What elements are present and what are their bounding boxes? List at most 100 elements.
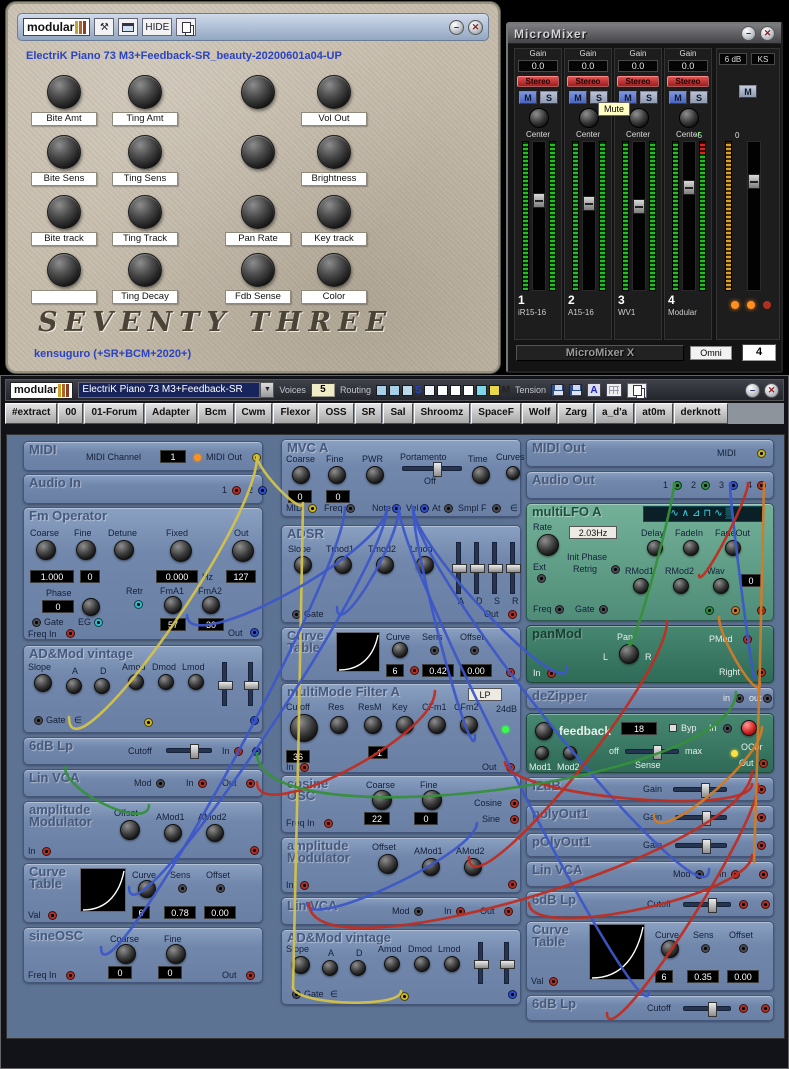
value-0-00[interactable]: 0.00 [727,970,759,983]
value-6[interactable]: 6 [386,664,404,677]
value-0-00[interactable]: 0.00 [460,664,492,677]
value-0-35[interactable]: 0.35 [687,970,719,983]
h-slider[interactable] [673,787,727,792]
knob[interactable] [535,722,553,740]
jack-r[interactable] [506,763,515,772]
knob[interactable] [422,858,440,876]
piano-knob-r1c2[interactable] [241,135,275,169]
value-22[interactable]: 22 [364,812,390,825]
knob[interactable] [464,858,482,876]
close-button[interactable]: ✕ [468,20,483,35]
piano-knob-color[interactable] [317,253,351,287]
knob[interactable] [36,540,56,560]
jack-r[interactable] [234,747,243,756]
knob[interactable] [292,466,310,484]
solo-button[interactable]: S [540,91,558,104]
knob[interactable] [372,790,392,810]
jack-k[interactable] [701,944,710,953]
jack-k[interactable] [695,870,704,879]
knob[interactable] [741,720,757,736]
knob[interactable] [170,540,192,562]
routing-cell[interactable] [424,385,435,396]
tab-adapter[interactable]: Adapter [145,403,197,424]
checkbox[interactable] [669,724,677,732]
knob[interactable] [138,880,156,898]
jack-r[interactable] [300,763,309,772]
jack-k[interactable] [156,779,165,788]
tab-wolf[interactable]: Wolf [522,403,557,424]
tab-oss[interactable]: OSS [318,403,353,424]
jack-r[interactable] [250,846,259,855]
jack-r[interactable] [761,1004,770,1013]
waveform-selector[interactable]: ∿∧⊿⊓∿▒ [643,506,763,522]
pan-knob[interactable] [529,108,549,128]
jack-r[interactable] [508,610,517,619]
jack-r[interactable] [246,779,255,788]
piano-knob-fdb-sense[interactable] [241,253,275,287]
value-30[interactable]: 30 [198,618,224,631]
mute-button[interactable]: M [519,91,537,104]
jack-r[interactable] [510,799,519,808]
jack-r[interactable] [757,606,766,615]
value-1[interactable]: 1 [160,450,186,463]
routing-cell[interactable] [376,385,387,396]
knob[interactable] [673,578,689,594]
knob[interactable] [330,716,348,734]
jack-r[interactable] [246,971,255,980]
knob[interactable] [164,824,182,842]
routing-cell[interactable] [402,385,413,396]
knob[interactable] [202,596,220,614]
value-0[interactable]: 0 [288,490,312,503]
knob[interactable] [294,556,312,574]
jack-k[interactable] [32,618,41,627]
h-slider[interactable] [625,749,679,754]
gain-value[interactable]: 0.0 [518,60,558,72]
jack-r[interactable] [456,907,465,916]
fader-thumb[interactable] [583,196,595,211]
knob[interactable] [713,578,729,594]
jack-r[interactable] [410,666,419,675]
knob[interactable] [563,746,577,760]
voices-value[interactable]: 5 [311,383,335,397]
knob[interactable] [444,956,460,972]
jack-b[interactable] [420,504,429,513]
jack-c[interactable] [94,618,103,627]
jack-b[interactable] [392,504,401,513]
value-0-000[interactable]: 0.000 [156,570,198,583]
jack-r[interactable] [757,668,766,677]
knob[interactable] [292,956,310,974]
tab-spacef[interactable]: SpaceF [471,403,521,424]
tab-sal[interactable]: Sal [383,403,412,424]
patch-close-button[interactable]: ✕ [764,383,779,398]
mute-button[interactable]: M [569,91,587,104]
knob[interactable] [128,674,144,690]
knob[interactable] [661,940,679,958]
knob[interactable] [414,956,430,972]
jack-r[interactable] [547,669,556,678]
value-0[interactable]: 0 [414,812,438,825]
pan-knob[interactable] [629,108,649,128]
knob[interactable] [114,540,134,560]
jack-k[interactable] [470,646,479,655]
routing-cell[interactable] [489,385,500,396]
piano-knob-r3c0[interactable] [47,253,81,287]
value-0-78[interactable]: 0.78 [164,906,196,919]
v-slider[interactable] [248,662,253,706]
value-0[interactable]: 0 [158,966,182,979]
tab-extract[interactable]: #extract [5,403,57,424]
piano-knob-ting-amt[interactable] [128,75,162,109]
value-57[interactable]: 57 [160,618,186,631]
jack-k[interactable] [430,646,439,655]
jack-k[interactable] [292,990,301,999]
knob[interactable] [384,956,400,972]
jack-b[interactable] [252,747,261,756]
knob[interactable] [350,960,366,976]
jack-k[interactable] [216,884,225,893]
knob[interactable] [537,534,559,556]
jack-g[interactable] [705,606,714,615]
solo-button[interactable]: S [690,91,708,104]
knob[interactable] [94,678,110,694]
jack-r[interactable] [42,847,51,856]
piano-knob-brightness[interactable] [317,135,351,169]
gain-value[interactable]: 0.0 [568,60,608,72]
